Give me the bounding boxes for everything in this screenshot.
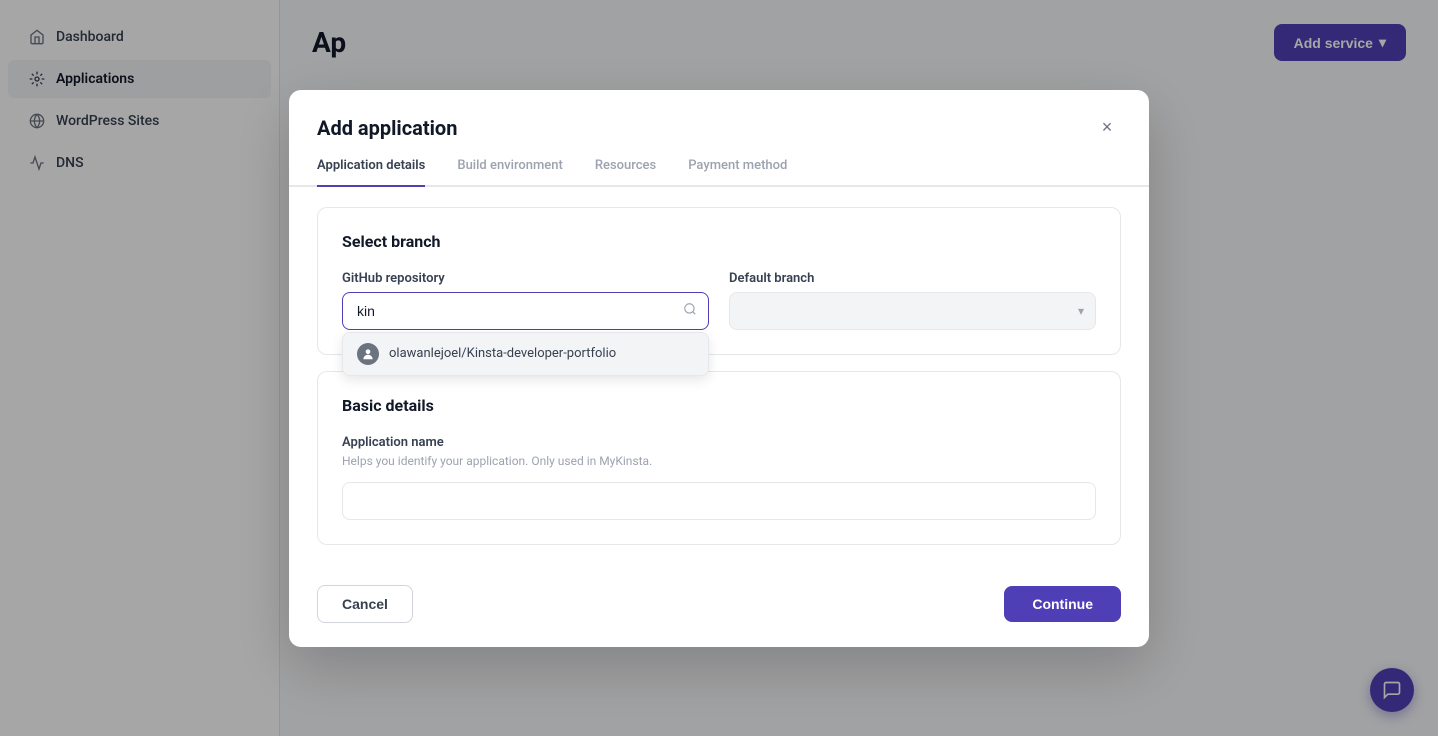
basic-details-title: Basic details [342, 396, 1096, 415]
branch-form-row: GitHub repository [342, 271, 1096, 330]
default-branch-label: Default branch [729, 271, 1096, 286]
default-branch-input [729, 292, 1096, 330]
select-branch-section: Select branch GitHub repository [317, 207, 1121, 355]
tab-build-environment[interactable]: Build environment [457, 158, 562, 185]
close-icon: × [1102, 117, 1113, 138]
modal-title: Add application [317, 116, 457, 140]
add-application-modal: Add application × Application details Bu… [289, 90, 1149, 647]
modal-header: Add application × [289, 90, 1149, 158]
github-repo-input-wrapper: olawanlejoel/Kinsta-developer-portfolio [342, 292, 709, 330]
repo-suggestion-dropdown: olawanlejoel/Kinsta-developer-portfolio [342, 332, 709, 376]
app-name-input[interactable] [342, 482, 1096, 520]
default-branch-input-wrapper: ▾ [729, 292, 1096, 330]
modal-overlay: Add application × Application details Bu… [0, 0, 1438, 736]
continue-button[interactable]: Continue [1004, 586, 1121, 622]
modal-body: Select branch GitHub repository [289, 187, 1149, 569]
github-repo-input[interactable] [342, 292, 709, 330]
cancel-button[interactable]: Cancel [317, 585, 413, 623]
modal-tabs: Application details Build environment Re… [289, 158, 1149, 187]
basic-details-section: Basic details Application name Helps you… [317, 371, 1121, 545]
suggestion-avatar [357, 343, 379, 365]
chevron-down-icon: ▾ [1078, 304, 1084, 318]
tab-payment-method[interactable]: Payment method [688, 158, 787, 185]
select-branch-title: Select branch [342, 232, 1096, 251]
app-name-group: Application name Helps you identify your… [342, 435, 1096, 520]
suggestion-repo-name: olawanlejoel/Kinsta-developer-portfolio [389, 346, 616, 361]
app-name-label: Application name [342, 435, 1096, 450]
tab-application-details[interactable]: Application details [317, 158, 425, 185]
default-branch-group: Default branch ▾ [729, 271, 1096, 330]
search-icon [683, 302, 697, 320]
github-repo-group: GitHub repository [342, 271, 709, 330]
suggestion-item[interactable]: olawanlejoel/Kinsta-developer-portfolio [343, 333, 708, 375]
github-repo-label: GitHub repository [342, 271, 709, 286]
modal-close-button[interactable]: × [1093, 114, 1121, 142]
modal-footer: Cancel Continue [289, 569, 1149, 647]
tab-resources[interactable]: Resources [595, 158, 656, 185]
app-name-hint: Helps you identify your application. Onl… [342, 454, 1096, 468]
